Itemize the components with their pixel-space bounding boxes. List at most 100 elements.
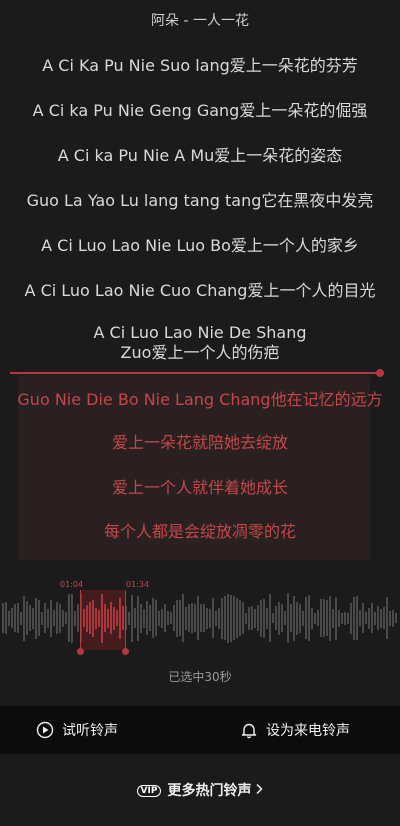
waveform-bar bbox=[236, 598, 238, 638]
lyric-line[interactable]: A Ci ka Pu Nie A Mu爱上一朵花的姿态 bbox=[0, 146, 400, 166]
action-bar: 试听铃声 设为来电铃声 bbox=[0, 706, 400, 754]
preview-ringtone-label: 试听铃声 bbox=[62, 723, 118, 739]
waveform-bar bbox=[101, 593, 103, 643]
waveform-bar bbox=[137, 595, 139, 641]
waveform-bar bbox=[293, 595, 295, 641]
lyric-line[interactable]: A Ci Luo Lao Nie Cuo Chang爱上一个人的目光 bbox=[0, 281, 400, 301]
waveform-bar bbox=[89, 602, 91, 634]
waveform-bar bbox=[47, 608, 49, 628]
waveform-bar bbox=[164, 604, 166, 632]
waveform-bar bbox=[173, 605, 175, 631]
waveform-bar bbox=[77, 604, 79, 632]
waveform-bar bbox=[131, 594, 133, 642]
waveform-end-handle[interactable] bbox=[122, 648, 129, 655]
selected-lyric-line[interactable]: Guo Nie Die Bo Nie Lang Chang他在记忆的远方 bbox=[0, 390, 400, 410]
waveform-bar bbox=[341, 612, 343, 624]
lyric-line[interactable]: A Ci ka Pu Nie Geng Gang爱上一朵花的倔强 bbox=[0, 101, 400, 121]
waveform-bar bbox=[38, 600, 40, 636]
waveform-bar bbox=[182, 594, 184, 642]
waveform-bar bbox=[32, 607, 34, 629]
play-circle-icon bbox=[36, 721, 54, 739]
waveform-bar bbox=[239, 600, 241, 636]
lyric-line[interactable]: Zuo爱上一个人的伤疤 bbox=[0, 343, 400, 363]
waveform-bar bbox=[62, 609, 64, 627]
waveform-bar bbox=[146, 601, 148, 635]
waveform-bar bbox=[290, 604, 292, 632]
waveform-bar bbox=[233, 596, 235, 640]
waveform-start-handle[interactable] bbox=[77, 648, 84, 655]
waveform-bar bbox=[302, 610, 304, 626]
waveform-bar bbox=[212, 598, 214, 638]
waveform-bar bbox=[251, 606, 253, 630]
waveform-bar bbox=[65, 612, 67, 624]
waveform-bar bbox=[152, 598, 154, 638]
waveform-bar bbox=[260, 599, 262, 637]
waveform-bar bbox=[170, 612, 172, 624]
waveform-bar bbox=[215, 610, 217, 626]
set-ringtone-label: 设为来电铃声 bbox=[266, 723, 350, 739]
lyric-line[interactable]: A Ci Ka Pu Nie Suo lang爱上一朵花的芬芳 bbox=[0, 56, 400, 76]
waveform-bar bbox=[299, 603, 301, 633]
waveform-bar bbox=[242, 602, 244, 634]
selection-start-line[interactable] bbox=[10, 372, 380, 374]
selected-lyric-line[interactable]: 爱上一个人就伴着她成长 bbox=[0, 478, 400, 498]
waveform-bar bbox=[35, 597, 37, 639]
more-ringtones-label: 更多热门铃声 bbox=[167, 783, 252, 799]
selected-lyric-line[interactable]: 每个人都是会绽放凋零的花 bbox=[0, 522, 400, 542]
waveform-start-handle-line[interactable] bbox=[80, 590, 81, 654]
waveform-bar bbox=[158, 610, 160, 626]
waveform-bar bbox=[68, 594, 70, 642]
waveform-bar bbox=[83, 609, 85, 627]
waveform-bar bbox=[347, 612, 349, 624]
waveform-bar bbox=[155, 600, 157, 636]
waveform-bar bbox=[116, 610, 118, 626]
waveform-bar bbox=[287, 593, 289, 643]
waveform-bar bbox=[371, 603, 373, 633]
waveform-bar bbox=[338, 609, 340, 627]
waveform-bar bbox=[44, 603, 46, 633]
lyric-line[interactable]: Guo La Yao Lu lang tang tang它在黑夜中发亮 bbox=[0, 191, 400, 211]
waveform-bar bbox=[311, 607, 313, 629]
lyric-line[interactable]: A Ci Luo Lao Nie De Shang bbox=[0, 323, 400, 343]
waveform-bar bbox=[5, 602, 7, 634]
waveform-bar bbox=[263, 598, 265, 638]
selection-drag-handle[interactable] bbox=[376, 369, 384, 377]
preview-ringtone-button[interactable]: 试听铃声 bbox=[36, 720, 118, 740]
waveform-bar bbox=[395, 613, 397, 623]
selected-lyric-line[interactable]: 爱上一朵花就陪她去绽放 bbox=[0, 433, 400, 453]
more-ringtones-link[interactable]: VIP 更多热门铃声 bbox=[0, 780, 400, 800]
waveform-bar bbox=[314, 612, 316, 624]
waveform-bar bbox=[41, 611, 43, 625]
waveform-bar bbox=[176, 599, 178, 637]
waveform-bar bbox=[8, 610, 10, 626]
set-ringtone-button[interactable]: 设为来电铃声 bbox=[240, 720, 350, 740]
song-title: 阿朵 - 一人一花 bbox=[151, 13, 249, 29]
waveform-bar bbox=[365, 612, 367, 624]
waveform-bar bbox=[248, 606, 250, 630]
vip-badge: VIP bbox=[136, 785, 162, 797]
waveform-bar bbox=[221, 597, 223, 639]
waveform-bar bbox=[53, 610, 55, 626]
waveform-bar bbox=[269, 594, 271, 642]
waveform-bar bbox=[107, 608, 109, 628]
waveform-bar bbox=[104, 604, 106, 632]
waveform-bar bbox=[344, 611, 346, 625]
waveform-bar bbox=[179, 600, 181, 636]
waveform-bar bbox=[374, 611, 376, 625]
waveform-bar bbox=[98, 609, 100, 627]
waveform-bar bbox=[359, 610, 361, 626]
waveform[interactable] bbox=[0, 578, 400, 658]
waveform-end-handle-line[interactable] bbox=[125, 590, 126, 654]
waveform-bar bbox=[332, 608, 334, 628]
waveform-bar bbox=[326, 600, 328, 636]
waveform-bar bbox=[323, 599, 325, 637]
waveform-bar bbox=[194, 604, 196, 632]
waveform-bar bbox=[110, 602, 112, 634]
lyric-line[interactable]: A Ci Luo Lao Nie Luo Bo爱上一个人的家乡 bbox=[0, 236, 400, 256]
waveform-bar bbox=[377, 606, 379, 630]
waveform-bar bbox=[368, 607, 370, 629]
waveform-bar bbox=[353, 596, 355, 640]
waveform-bar bbox=[122, 606, 124, 630]
waveform-bar bbox=[113, 606, 115, 630]
waveform-bar bbox=[284, 611, 286, 625]
